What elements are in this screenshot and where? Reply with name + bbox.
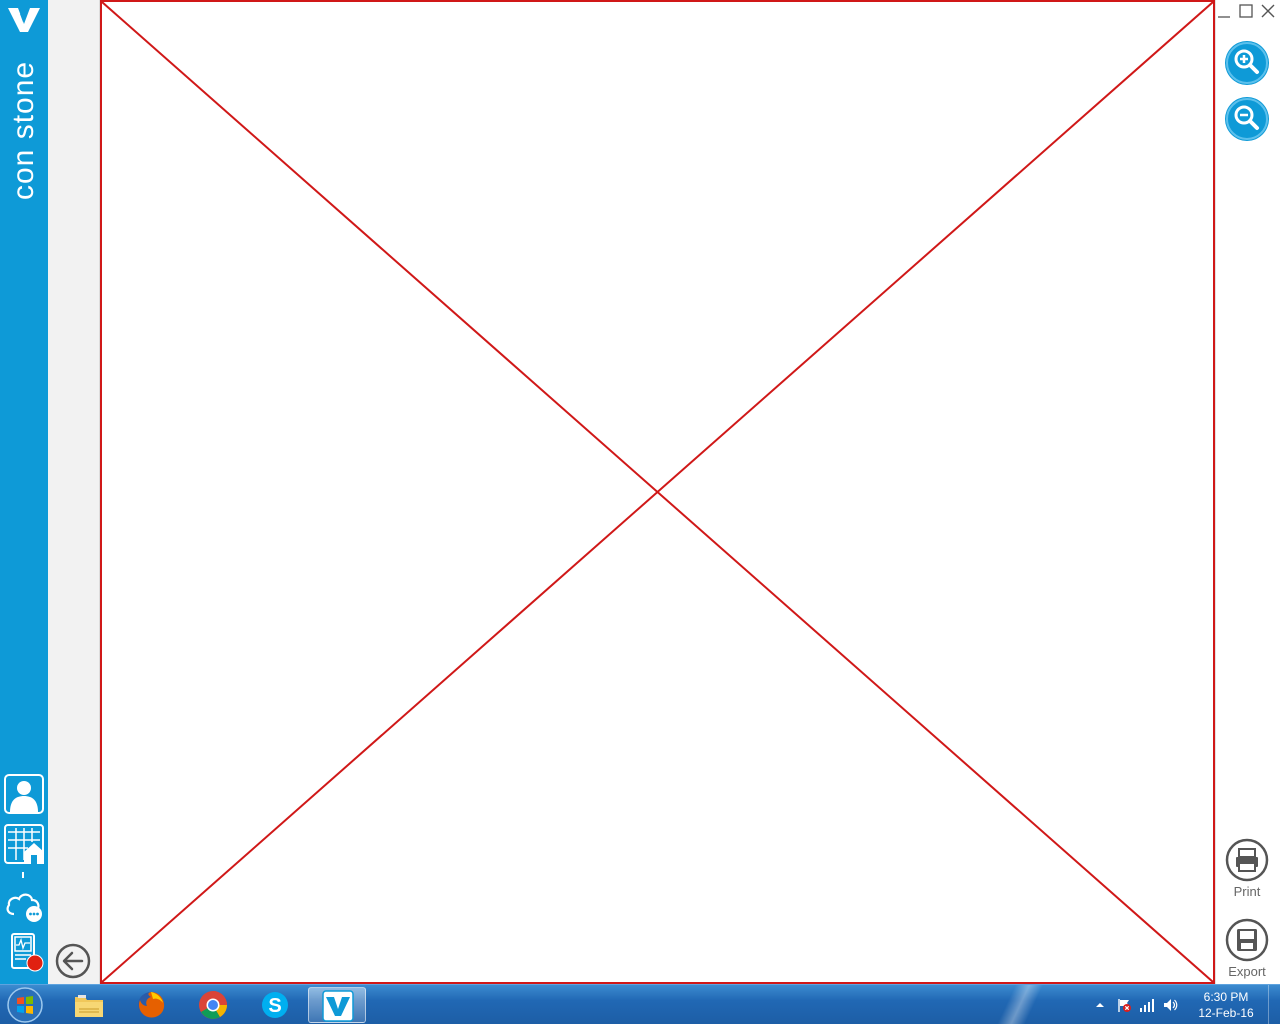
folder-icon (75, 995, 103, 1017)
right-toolbar (1215, 0, 1280, 984)
taskbar-file-explorer[interactable] (60, 987, 118, 1023)
maximize-icon[interactable] (1237, 2, 1255, 20)
show-hidden-icons-icon[interactable] (1092, 997, 1108, 1013)
taskbar-glare (960, 985, 1080, 1025)
taskbar: S 6:30 PM 12-Feb-16 (0, 984, 1280, 1025)
action-center-flag-icon[interactable] (1116, 997, 1132, 1013)
svg-text:S: S (268, 995, 281, 1017)
taskbar-firefox[interactable] (122, 987, 180, 1023)
cloud-chat-icon[interactable] (4, 884, 44, 924)
firefox-icon (138, 992, 165, 1018)
chrome-icon (199, 991, 227, 1019)
monitor-alert-icon[interactable] (4, 932, 44, 972)
back-arrow-icon[interactable] (54, 942, 92, 980)
brand-sidebar: con stone (0, 0, 48, 984)
v-app-icon (322, 990, 354, 1022)
zoom-out-icon[interactable] (1224, 96, 1270, 142)
zoom-in-icon[interactable] (1224, 40, 1270, 86)
export-icon[interactable] (1225, 918, 1269, 962)
system-clock[interactable]: 6:30 PM 12-Feb-16 (1186, 989, 1266, 1021)
volume-icon[interactable] (1162, 997, 1178, 1013)
skype-icon: S (262, 992, 288, 1018)
taskbar-skype[interactable]: S (246, 987, 304, 1023)
nav-column (48, 0, 100, 984)
brand-name: con stone (7, 60, 40, 200)
sidebar-divider (22, 872, 24, 878)
show-desktop-button[interactable] (1268, 985, 1280, 1025)
image-placeholder (100, 0, 1215, 984)
clock-time: 6:30 PM (1203, 990, 1249, 1004)
close-icon[interactable] (1259, 2, 1277, 20)
building-icon[interactable] (4, 824, 44, 864)
taskbar-vistage-app[interactable] (308, 987, 366, 1023)
network-signal-icon[interactable] (1139, 997, 1155, 1013)
minimize-icon[interactable] (1215, 2, 1233, 20)
start-orb-icon[interactable] (4, 986, 46, 1024)
app-window: con stone Print Export (0, 0, 1280, 984)
export-button-label[interactable]: Export (1216, 964, 1278, 979)
clock-date: 12-Feb-16 (1198, 1006, 1254, 1020)
print-button-label[interactable]: Print (1216, 884, 1278, 899)
missing-image-cross-icon (102, 2, 1213, 982)
taskbar-chrome[interactable] (184, 987, 242, 1023)
person-icon[interactable] (4, 774, 44, 814)
print-icon[interactable] (1225, 838, 1269, 882)
